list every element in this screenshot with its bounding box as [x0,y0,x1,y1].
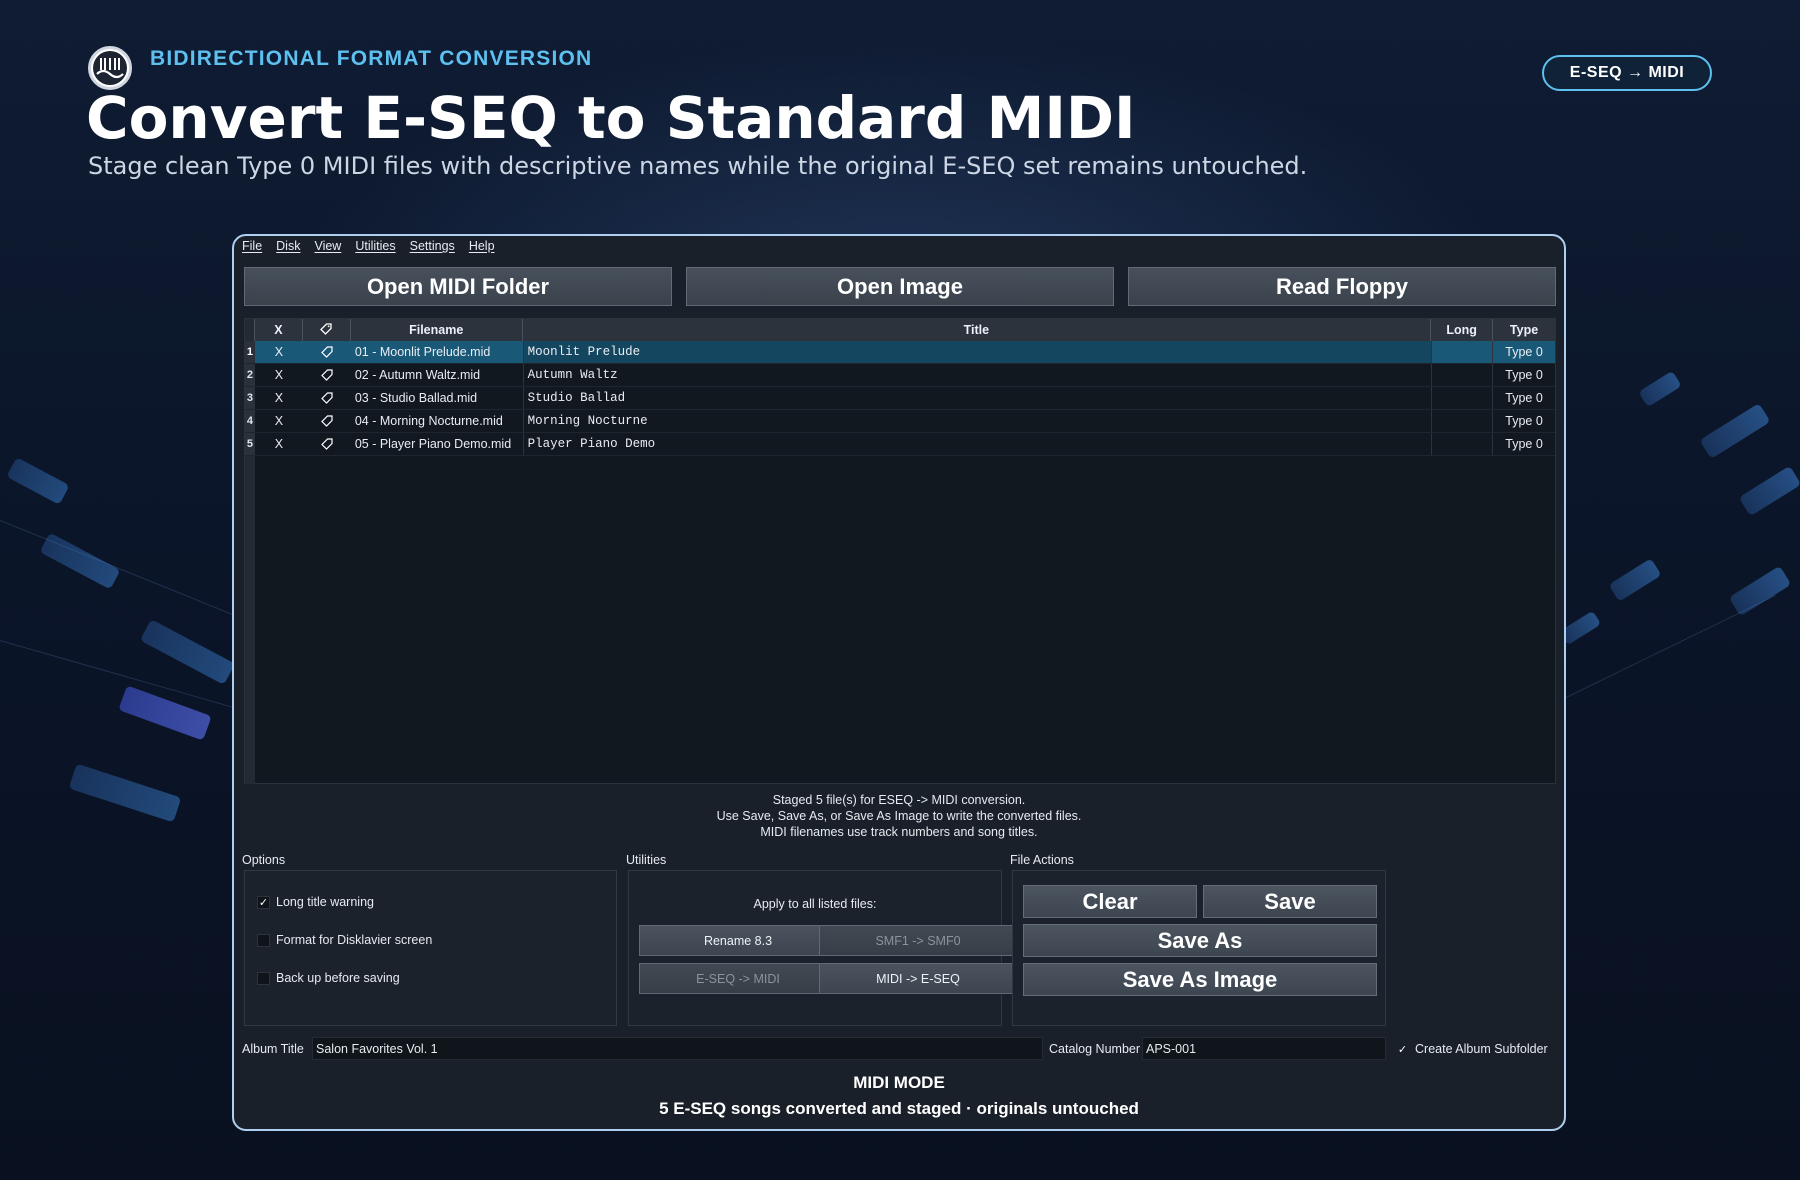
file-actions-group-label: File Actions [1010,853,1074,867]
save-button[interactable]: Save [1203,885,1377,918]
file-actions-group: Clear Save Save As Save As Image [1012,870,1386,1026]
page-subtitle: Stage clean Type 0 MIDI files with descr… [88,152,1308,180]
row-title-input[interactable]: Moonlit Prelude [522,341,1432,363]
utilities-group: Apply to all listed files: Rename 8.3 SM… [628,870,1017,1026]
row-x-cell[interactable]: X [255,410,303,432]
open-image-button[interactable]: Open Image [686,267,1114,306]
table-row[interactable]: 4 X 04 - Morning Nocturne.mid Morning No… [245,410,1555,433]
row-x-cell[interactable]: X [255,341,303,363]
rename-83-button[interactable]: Rename 8.3 [639,925,837,956]
save-as-button[interactable]: Save As [1023,924,1377,957]
hero-header: BIDIRECTIONAL FORMAT CONVERSION Convert … [86,44,1726,194]
checkbox-unchecked-icon [257,971,270,985]
menu-file[interactable]: File [242,239,262,259]
catalog-number-input[interactable]: APS-001 [1142,1037,1386,1060]
row-filename: 03 - Studio Ballad.mid [354,391,478,405]
conversion-mode-badge: E-SEQ → MIDI [1542,55,1712,91]
clear-button[interactable]: Clear [1023,885,1197,918]
options-group: ✓ Long title warning Format for Disklavi… [244,870,617,1026]
menu-bar: File Disk View Utilities Settings Help [242,239,495,259]
row-long [1431,364,1494,386]
status-message: Staged 5 file(s) for ESEQ -> MIDI conver… [716,793,1082,839]
song-table: X Filename Title Long Type 1 X 01 - Moon… [244,318,1556,784]
mode-label: MIDI MODE [853,1073,945,1092]
row-type: Type 0 [1505,368,1543,382]
row-long [1431,433,1494,455]
checkbox-checked-icon: ✓ [257,895,270,909]
checkbox-unchecked-icon [257,933,270,947]
app-window: File Disk View Utilities Settings Help O… [232,234,1566,1131]
open-midi-folder-button[interactable]: Open MIDI Folder [244,267,672,306]
album-title-label: Album Title [242,1042,304,1056]
options-group-label: Options [242,853,286,867]
col-header-title[interactable]: Title [523,319,1432,341]
row-filename: 05 - Player Piano Demo.mid [354,437,512,451]
album-title-input[interactable]: Salon Favorites Vol. 1 [312,1037,1043,1060]
table-row[interactable]: 5 X 05 - Player Piano Demo.mid Player Pi… [245,433,1555,456]
row-title-input[interactable]: Morning Nocturne [522,410,1432,432]
row-title-input[interactable]: Studio Ballad [522,387,1432,409]
tag-icon[interactable] [303,364,351,386]
checkbox-checked-icon: ✓ [1397,1043,1408,1056]
menu-view[interactable]: View [314,239,341,259]
col-header-type[interactable]: Type [1493,319,1555,341]
page-title: Convert E-SEQ to Standard MIDI [86,84,1136,152]
save-as-image-button[interactable]: Save As Image [1023,963,1377,996]
col-header-filename[interactable]: Filename [351,319,523,341]
menu-disk[interactable]: Disk [276,239,300,259]
col-header-x[interactable]: X [255,319,303,341]
apply-all-label: Apply to all listed files: [753,897,877,911]
read-floppy-button[interactable]: Read Floppy [1128,267,1556,306]
eseq-to-midi-button[interactable]: E-SEQ -> MIDI [639,963,837,994]
row-title-input[interactable]: Player Piano Demo [522,433,1432,455]
row-type: Type 0 [1505,414,1543,428]
row-title-input[interactable]: Autumn Waltz [522,364,1432,386]
tag-icon[interactable] [303,433,351,455]
utilities-group-label: Utilities [626,853,667,867]
menu-settings[interactable]: Settings [410,239,455,259]
col-header-long[interactable]: Long [1431,319,1494,341]
row-type: Type 0 [1505,437,1543,451]
tag-icon[interactable] [303,387,351,409]
row-x-cell[interactable]: X [255,364,303,386]
table-row[interactable]: 1 X 01 - Moonlit Prelude.mid Moonlit Pre… [245,341,1555,364]
menu-utilities[interactable]: Utilities [355,239,395,259]
format-disklavier-checkbox[interactable]: Format for Disklavier screen [257,933,432,947]
row-filename: 01 - Moonlit Prelude.mid [354,345,491,359]
conversion-summary: 5 E-SEQ songs converted and staged · ori… [659,1099,1139,1118]
smf1-to-smf0-button[interactable]: SMF1 -> SMF0 [819,925,1017,956]
row-long [1431,410,1494,432]
table-row[interactable]: 3 X 03 - Studio Ballad.mid Studio Ballad… [245,387,1555,410]
row-filename: 02 - Autumn Waltz.mid [354,368,481,382]
row-type: Type 0 [1505,391,1543,405]
row-x-cell[interactable]: X [255,387,303,409]
row-x-cell[interactable]: X [255,433,303,455]
table-row[interactable]: 2 X 02 - Autumn Waltz.mid Autumn Waltz T… [245,364,1555,387]
catalog-number-label: Catalog Number [1049,1042,1141,1056]
row-type: Type 0 [1505,345,1543,359]
backup-before-saving-checkbox[interactable]: Back up before saving [257,971,400,985]
long-title-warning-checkbox[interactable]: ✓ Long title warning [257,895,374,909]
col-header-tag[interactable] [303,319,351,341]
create-album-subfolder-checkbox[interactable]: ✓ Create Album Subfolder [1396,1042,1548,1056]
midi-to-eseq-button[interactable]: MIDI -> E-SEQ [819,963,1017,994]
row-long [1431,387,1494,409]
tag-icon [320,322,333,338]
tag-icon[interactable] [303,341,351,363]
row-filename: 04 - Morning Nocturne.mid [354,414,503,428]
tag-icon[interactable] [303,410,351,432]
table-header: X Filename Title Long Type [245,319,1555,341]
hero-kicker: BIDIRECTIONAL FORMAT CONVERSION [150,47,593,70]
row-long [1431,341,1494,363]
menu-help[interactable]: Help [469,239,495,259]
